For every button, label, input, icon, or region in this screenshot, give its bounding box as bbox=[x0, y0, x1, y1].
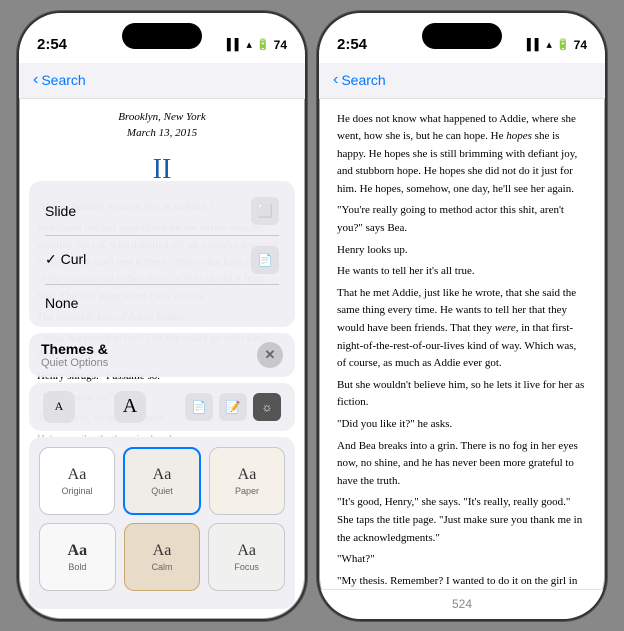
curl-label: ✓ Curl bbox=[45, 251, 86, 268]
font-style-icon[interactable]: 📝 bbox=[219, 393, 247, 421]
theme-calm[interactable]: Aa Calm bbox=[124, 523, 201, 591]
theme-bold-aa: Aa bbox=[68, 542, 88, 560]
theme-icons: 📄 📝 ☼ bbox=[185, 393, 281, 421]
left-phone: 2:54 ▌▌ ▴ 🔋 74 ‹ Search Brooklyn, New Yo… bbox=[17, 11, 307, 621]
right-status-icons: ▌▌ ▴ 🔋 74 bbox=[527, 38, 587, 52]
slide-icon: ⬜ bbox=[251, 197, 279, 225]
theme-quiet-name: Quiet bbox=[151, 486, 173, 496]
page-number: 524 bbox=[452, 597, 472, 611]
slide-label: Slide bbox=[45, 203, 76, 219]
themes-label: Themes & bbox=[41, 341, 108, 357]
right-para-4: That he met Addie, just like he wrote, t… bbox=[337, 285, 587, 373]
theme-paper-aa: Aa bbox=[238, 466, 257, 484]
theme-bold-name: Bold bbox=[68, 562, 86, 572]
theme-focus-name: Focus bbox=[234, 562, 259, 572]
right-para-10: "My thesis. Remember? I wanted to do it … bbox=[337, 573, 587, 589]
right-nav-back[interactable]: ‹ Search bbox=[333, 71, 386, 89]
left-nav-back[interactable]: ‹ Search bbox=[33, 71, 86, 89]
left-phone-body: Brooklyn, New YorkMarch 13, 2015 II "Hen… bbox=[19, 99, 305, 619]
right-dynamic-island bbox=[422, 23, 502, 49]
right-para-3: He wants to tell her it's all true. bbox=[337, 263, 587, 281]
theme-original[interactable]: Aa Original bbox=[39, 447, 115, 515]
right-para-6: "Did you like it?" he asks. bbox=[337, 416, 587, 434]
theme-quiet[interactable]: Aa Quiet bbox=[123, 447, 201, 515]
page-number-bar: 524 bbox=[319, 589, 605, 619]
theme-calm-name: Calm bbox=[152, 562, 173, 572]
theme-original-name: Original bbox=[61, 486, 92, 496]
theme-original-aa: Aa bbox=[68, 466, 87, 484]
themes-bar: Themes & Quiet Options ✕ bbox=[29, 333, 295, 377]
right-book-text: He does not know what happened to Addie,… bbox=[319, 99, 605, 589]
font-large-btn[interactable]: A bbox=[114, 391, 146, 423]
curl-option[interactable]: ✓ Curl 📄 bbox=[29, 236, 295, 284]
slide-menu: Slide ⬜ ✓ Curl 📄 None bbox=[29, 181, 295, 327]
theme-paper[interactable]: Aa Paper bbox=[209, 447, 285, 515]
left-nav-bar: ‹ Search bbox=[19, 63, 305, 99]
right-para-7: And Bea breaks into a grin. There is no … bbox=[337, 438, 587, 491]
right-phone: 2:54 ▌▌ ▴ 🔋 74 ‹ Search He does not know… bbox=[317, 11, 607, 621]
right-para-1: "You're really going to method actor thi… bbox=[337, 202, 587, 237]
right-para-9: "What?" bbox=[337, 551, 587, 569]
right-para-2: Henry looks up. bbox=[337, 242, 587, 260]
themes-row-2: Aa Bold Aa Calm Aa Focus bbox=[39, 523, 285, 591]
theme-focus-aa: Aa bbox=[237, 542, 256, 560]
close-button[interactable]: ✕ bbox=[257, 342, 283, 368]
dynamic-island bbox=[122, 23, 202, 49]
themes-grid: Aa Original Aa Quiet Aa Paper bbox=[29, 437, 295, 609]
right-phone-body: He does not know what happened to Addie,… bbox=[319, 99, 605, 589]
font-type-icon[interactable]: 📄 bbox=[185, 393, 213, 421]
font-controls: A A 📄 📝 ☼ bbox=[29, 383, 295, 431]
phones-container: 2:54 ▌▌ ▴ 🔋 74 ‹ Search Brooklyn, New Yo… bbox=[17, 11, 607, 621]
quiet-options-label: Quiet Options bbox=[41, 357, 108, 369]
font-small-btn[interactable]: A bbox=[43, 391, 75, 423]
theme-quiet-aa: Aa bbox=[153, 466, 172, 484]
theme-calm-aa: Aa bbox=[153, 542, 172, 560]
bottom-sheet: Slide ⬜ ✓ Curl 📄 None bbox=[19, 181, 305, 619]
brightness-icon[interactable]: ☼ bbox=[253, 393, 281, 421]
book-header: Brooklyn, New YorkMarch 13, 2015 bbox=[37, 109, 287, 142]
right-nav-bar: ‹ Search bbox=[319, 63, 605, 99]
none-label: None bbox=[45, 295, 78, 311]
right-status-time: 2:54 bbox=[337, 36, 367, 53]
right-para-5: But she wouldn't believe him, so he lets… bbox=[337, 377, 587, 412]
themes-row-1: Aa Original Aa Quiet Aa Paper bbox=[39, 447, 285, 515]
theme-paper-name: Paper bbox=[235, 486, 259, 496]
left-status-time: 2:54 bbox=[37, 36, 67, 53]
curl-icon: 📄 bbox=[251, 246, 279, 274]
none-option[interactable]: None bbox=[29, 285, 295, 321]
theme-bold[interactable]: Aa Bold bbox=[39, 523, 116, 591]
left-status-icons: ▌▌ ▴ 🔋 74 bbox=[227, 38, 287, 52]
slide-option[interactable]: Slide ⬜ bbox=[29, 187, 295, 235]
right-para-8: "It's good, Henry," she says. "It's real… bbox=[337, 494, 587, 547]
right-para-0: He does not know what happened to Addie,… bbox=[337, 111, 587, 199]
theme-focus[interactable]: Aa Focus bbox=[208, 523, 285, 591]
